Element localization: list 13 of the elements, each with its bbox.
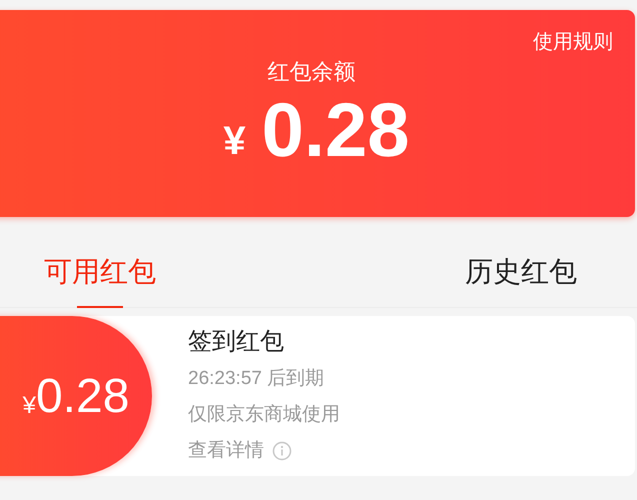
balance-amount: 0.28: [262, 91, 410, 171]
info-icon: [272, 441, 292, 461]
details-link[interactable]: 查看详情: [188, 434, 340, 468]
scope-text: 仅限京东商城使用: [188, 403, 340, 427]
expiry-text: 26:23:57 后到期: [188, 367, 326, 391]
packet-amount: 0.28: [36, 369, 130, 425]
currency-symbol: ¥: [22, 391, 36, 421]
currency-symbol: ¥: [223, 118, 246, 165]
packet-title: 签到红包: [188, 327, 285, 357]
tab[interactable]: 可用红包: [42, 230, 158, 308]
rules-link[interactable]: 使用规则: [533, 28, 613, 56]
balance-label: 红包余额: [268, 58, 356, 86]
tab[interactable]: 历史红包: [463, 230, 579, 308]
